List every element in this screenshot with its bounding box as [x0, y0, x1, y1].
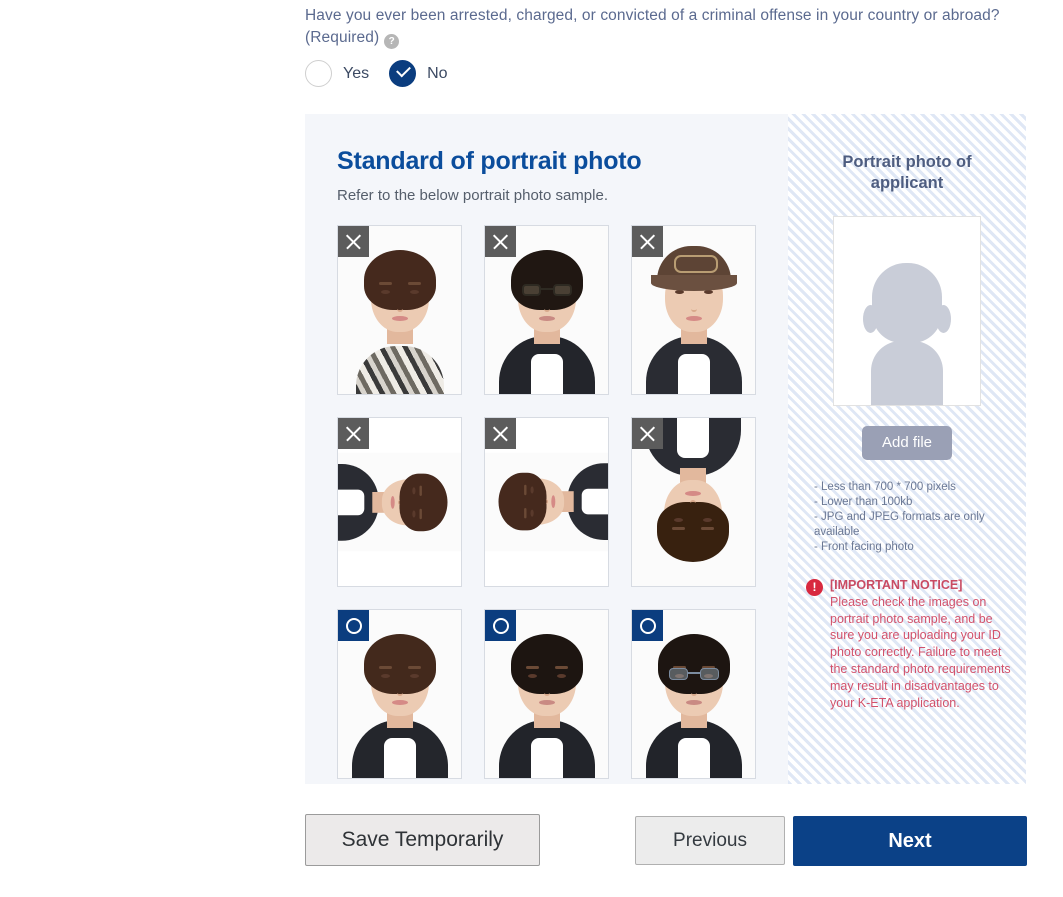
o-badge-icon	[338, 610, 369, 641]
x-badge-icon	[338, 418, 369, 449]
notice-body: [IMPORTANT NOTICE] Please check the imag…	[830, 577, 1014, 711]
applicant-panel-title: Portrait photo of applicant	[842, 153, 972, 192]
sample-photo-upside-down	[631, 417, 756, 587]
portrait-illustration	[338, 452, 461, 552]
x-badge-icon	[632, 418, 663, 449]
notice-heading: [IMPORTANT NOTICE]	[830, 578, 963, 592]
radio-label-no: No	[427, 64, 448, 82]
important-notice: ! [IMPORTANT NOTICE] Please check the im…	[806, 577, 1014, 711]
radio-option-no[interactable]: No	[389, 60, 448, 87]
sample-photo-correct-woman	[337, 609, 462, 779]
portrait-photo-step-page: Have you ever been arrested, charged, or…	[0, 0, 1063, 897]
avatar-body	[871, 341, 943, 405]
next-button[interactable]: Next	[793, 816, 1027, 866]
radio-option-yes[interactable]: Yes	[305, 60, 369, 87]
question-text: Have you ever been arrested, charged, or…	[305, 7, 1000, 46]
sample-photo-scarf	[337, 225, 462, 395]
photo-requirements-list: - Less than 700 * 700 pixels - Lower tha…	[788, 480, 1026, 555]
applicant-photo-panel: Portrait photo of applicant Add file - L…	[788, 114, 1026, 784]
sample-photo-cap	[631, 225, 756, 395]
radio-circle-no[interactable]	[389, 60, 417, 87]
radio-label-yes: Yes	[343, 64, 370, 82]
requirement-item: - JPG and JPEG formats are only availabl…	[814, 511, 985, 538]
radio-circle-yes[interactable]	[305, 60, 332, 87]
previous-button[interactable]: Previous	[635, 816, 785, 865]
sample-photo-correct-man	[484, 609, 609, 779]
criminal-offense-radio-group: Yes No	[305, 60, 468, 87]
x-badge-icon	[632, 226, 663, 257]
applicant-photo-placeholder	[833, 216, 981, 406]
avatar-head	[872, 263, 942, 343]
check-icon	[396, 62, 412, 78]
form-footer: Save Temporarily Previous Next	[305, 814, 1027, 868]
o-badge-icon	[485, 610, 516, 641]
save-temporarily-button[interactable]: Save Temporarily	[305, 814, 540, 866]
o-badge-icon	[632, 610, 663, 641]
notice-text: Please check the images on portrait phot…	[830, 594, 1011, 710]
sample-photo-rotated-left	[337, 417, 462, 587]
x-badge-icon	[485, 418, 516, 449]
sample-photo-rotated-right	[484, 417, 609, 587]
question-label: Have you ever been arrested, charged, or…	[305, 0, 1035, 49]
page-title: Standard of portrait photo	[337, 147, 642, 175]
portrait-illustration	[485, 452, 608, 552]
requirement-item: - Front facing photo	[814, 541, 914, 553]
x-badge-icon	[338, 226, 369, 257]
alert-icon: !	[806, 579, 823, 596]
standard-of-portrait-photo-panel: Standard of portrait photo Refer to the …	[305, 114, 788, 784]
x-badge-icon	[485, 226, 516, 257]
sample-photo-correct-man-glasses	[631, 609, 756, 779]
panel-subtitle: Refer to the below portrait photo sample…	[337, 187, 608, 204]
criminal-offense-question: Have you ever been arrested, charged, or…	[305, 0, 1035, 49]
portrait-sample-grid	[305, 204, 788, 779]
sample-photo-sunglasses	[484, 225, 609, 395]
requirement-item: - Less than 700 * 700 pixels	[814, 481, 956, 493]
help-icon[interactable]: ?	[384, 34, 400, 49]
requirement-item: - Lower than 100kb	[814, 496, 913, 508]
add-file-button[interactable]: Add file	[861, 426, 953, 460]
